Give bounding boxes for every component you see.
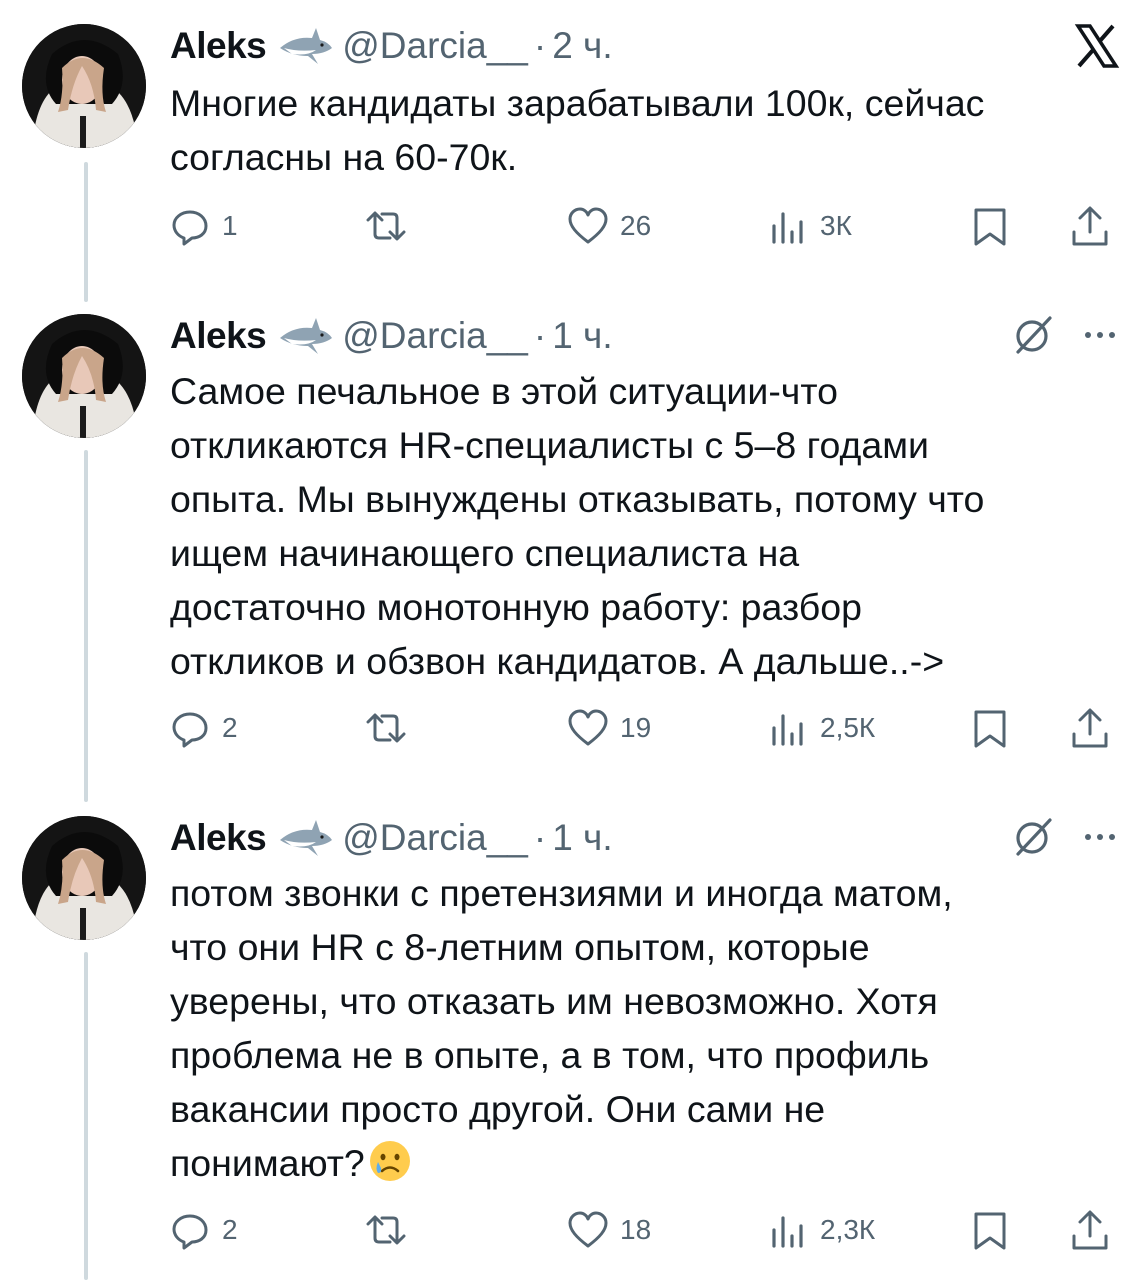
like-count: 18	[620, 1214, 652, 1245]
heart-icon	[568, 709, 608, 746]
author-name[interactable]: Aleks	[170, 25, 267, 67]
share-icon	[1072, 206, 1108, 246]
like-button[interactable]: 26	[566, 198, 651, 254]
timestamp[interactable]: 1 ч.	[552, 817, 612, 859]
like-count: 19	[620, 712, 652, 743]
tweet-header: Aleks @Darcia__ · 1 ч.	[170, 306, 613, 366]
tweet-actions: 2 19 2,5К	[168, 700, 1123, 756]
author-handle[interactable]: @Darcia__	[342, 25, 528, 67]
retweet-button[interactable]	[364, 198, 408, 254]
views-icon	[772, 1216, 803, 1248]
reply-count: 2	[222, 1214, 238, 1245]
views-icon	[772, 212, 803, 244]
share-button[interactable]	[1068, 1202, 1112, 1258]
reply-button[interactable]: 2	[168, 1202, 238, 1258]
views-count: 2,5К	[820, 712, 876, 743]
share-icon	[1072, 708, 1108, 748]
tweet[interactable]: Aleks @Darcia__ · 2 ч. Многие кандидаты …	[0, 16, 1146, 276]
heart-icon	[568, 207, 608, 244]
bookmark-icon	[974, 710, 1006, 748]
retweet-icon	[366, 1215, 406, 1245]
tweet-text: потом звонки с претензиями и иногда мато…	[170, 866, 1120, 1190]
retweet-icon	[366, 211, 406, 241]
tweet-actions: 1 26 3К	[168, 198, 1123, 254]
separator-dot: ·	[533, 817, 547, 858]
reply-count: 2	[222, 712, 238, 743]
bookmark-icon	[974, 208, 1006, 246]
more-options-icon[interactable]	[1080, 312, 1120, 358]
tweet[interactable]: Aleks @Darcia__ · 1 ч. Самое печальное в…	[0, 306, 1146, 766]
shark-emoji-icon	[278, 26, 334, 66]
views-icon	[772, 714, 803, 746]
timestamp[interactable]: 2 ч.	[552, 25, 612, 67]
bookmark-button[interactable]	[968, 1202, 1012, 1258]
reply-button[interactable]: 1	[168, 198, 238, 254]
shark-emoji-icon	[278, 818, 334, 858]
reply-icon	[172, 1214, 208, 1250]
avatar[interactable]	[22, 816, 146, 940]
like-count: 26	[620, 210, 652, 241]
tweet-actions: 2 18 2,3К	[168, 1202, 1123, 1258]
retweet-button[interactable]	[364, 700, 408, 756]
timestamp[interactable]: 1 ч.	[552, 315, 612, 357]
author-name[interactable]: Aleks	[170, 315, 267, 357]
views-button[interactable]: 2,3К	[766, 1202, 875, 1258]
like-button[interactable]: 19	[566, 700, 651, 756]
crying-face-emoji-icon	[367, 1138, 413, 1184]
heart-icon	[568, 1211, 608, 1248]
tweet-text-body: потом звонки с претензиями и иногда мато…	[170, 872, 953, 1184]
share-icon	[1072, 1210, 1108, 1250]
reply-icon	[172, 210, 208, 246]
retweet-icon	[366, 713, 406, 743]
tweet-header: Aleks @Darcia__ · 1 ч.	[170, 808, 613, 868]
share-button[interactable]	[1068, 700, 1112, 756]
author-name[interactable]: Aleks	[170, 817, 267, 859]
bookmark-button[interactable]	[968, 198, 1012, 254]
views-count: 2,3К	[820, 1214, 876, 1245]
views-count: 3К	[820, 210, 852, 241]
avatar[interactable]	[22, 314, 146, 438]
reply-icon	[172, 712, 208, 748]
more-options-icon[interactable]	[1080, 814, 1120, 860]
x-logo-icon	[1072, 22, 1120, 70]
grok-icon[interactable]	[1010, 312, 1056, 358]
tweet-header: Aleks @Darcia__ · 2 ч.	[170, 16, 613, 76]
avatar-image	[22, 314, 146, 438]
author-handle[interactable]: @Darcia__	[342, 817, 528, 859]
reply-button[interactable]: 2	[168, 700, 238, 756]
separator-dot: ·	[533, 25, 547, 66]
like-button[interactable]: 18	[566, 1202, 651, 1258]
shark-emoji-icon	[278, 316, 334, 356]
retweet-button[interactable]	[364, 1202, 408, 1258]
bookmark-button[interactable]	[968, 700, 1012, 756]
avatar[interactable]	[22, 24, 146, 148]
separator-dot: ·	[533, 315, 547, 356]
bookmark-icon	[974, 1212, 1006, 1250]
grok-icon[interactable]	[1010, 814, 1056, 860]
views-button[interactable]: 3К	[766, 198, 852, 254]
avatar-image	[22, 24, 146, 148]
share-button[interactable]	[1068, 198, 1112, 254]
tweet-text: Самое печальное в этой ситуации-что откл…	[170, 370, 985, 682]
avatar-image	[22, 816, 146, 940]
author-handle[interactable]: @Darcia__	[342, 315, 528, 357]
reply-count: 1	[222, 210, 238, 241]
views-button[interactable]: 2,5К	[766, 700, 875, 756]
tweet-text: Многие кандидаты зарабатывали 100к, сейч…	[170, 82, 985, 178]
tweet[interactable]: Aleks @Darcia__ · 1 ч. потом звонки с пр…	[0, 808, 1146, 1268]
